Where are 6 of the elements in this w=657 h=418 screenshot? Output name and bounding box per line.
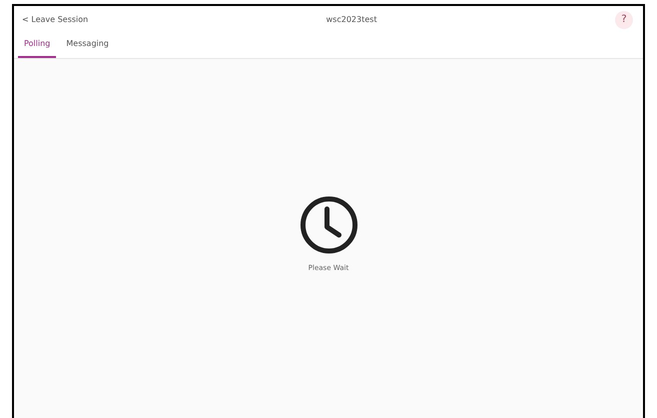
session-title: wsc2023test (326, 14, 377, 26)
help-button[interactable]: ? (614, 11, 633, 29)
tab[interactable]: Messaging (60, 34, 115, 58)
tab[interactable]: Polling (18, 34, 56, 58)
leave-session-link[interactable]: < Leave Session (22, 14, 88, 26)
clock-icon (298, 195, 358, 255)
